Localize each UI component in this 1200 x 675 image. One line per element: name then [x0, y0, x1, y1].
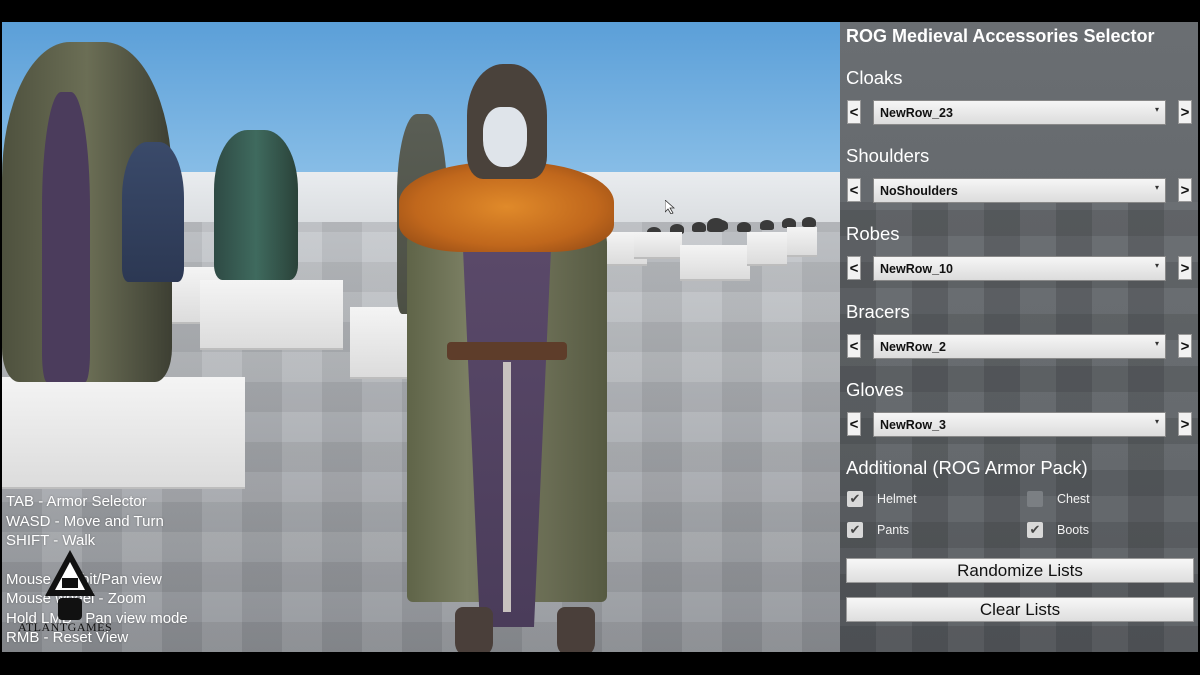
robe-sash [42, 92, 90, 382]
additional-label: Additional (ROG Armor Pack) [846, 457, 1088, 478]
atlant-games-logo-icon [45, 550, 95, 620]
pedestal [634, 232, 682, 257]
pedestal [2, 377, 245, 487]
helmet-display-icon [802, 217, 816, 227]
shoulders-label: Shoulders [846, 145, 930, 166]
chevron-down-icon: ▾ [1154, 417, 1159, 426]
chevron-down-icon: ▾ [1154, 339, 1159, 348]
gloves-label: Gloves [846, 379, 904, 400]
pedestal [747, 232, 787, 264]
character-model [387, 62, 627, 652]
mouse-cursor-icon [665, 200, 675, 214]
pedestal [200, 280, 343, 348]
logo-text: ATLANTGAMES [18, 620, 113, 634]
robes-label: Robes [846, 223, 900, 244]
robes-next-button[interactable]: > [1178, 256, 1192, 280]
shoulders-dropdown[interactable]: NoShoulders ▾ [873, 178, 1166, 203]
cloaks-value: NewRow_23 [880, 106, 953, 120]
helmet-checkbox[interactable]: ✔ [847, 491, 863, 507]
bracers-next-button[interactable]: > [1178, 334, 1192, 358]
cloaks-label: Cloaks [846, 67, 903, 88]
accessories-selector-panel: ROG Medieval Accessories Selector Cloaks… [840, 22, 1198, 652]
bracers-dropdown[interactable]: NewRow_2 ▾ [873, 334, 1166, 359]
helmet-display-icon [760, 220, 774, 230]
gloves-dropdown[interactable]: NewRow_3 ▾ [873, 412, 1166, 437]
helmet-display-icon [707, 218, 725, 232]
helmet-label: Helmet [877, 492, 917, 506]
pants-label: Pants [877, 523, 909, 537]
gloves-value: NewRow_3 [880, 418, 946, 432]
pedestal [680, 245, 750, 279]
gloves-prev-button[interactable]: < [847, 412, 861, 436]
helmet-display-icon [737, 222, 751, 232]
clear-lists-button[interactable]: Clear Lists [846, 597, 1194, 622]
bracers-prev-button[interactable]: < [847, 334, 861, 358]
panel-title: ROG Medieval Accessories Selector [846, 26, 1155, 46]
gloves-next-button[interactable]: > [1178, 412, 1192, 436]
shoulders-next-button[interactable]: > [1178, 178, 1192, 202]
robes-dropdown[interactable]: NewRow_10 ▾ [873, 256, 1166, 281]
robes-value: NewRow_10 [880, 262, 953, 276]
cloaks-dropdown[interactable]: NewRow_23 ▾ [873, 100, 1166, 125]
chevron-down-icon: ▾ [1154, 261, 1159, 270]
randomize-lists-button[interactable]: Randomize Lists [846, 558, 1194, 583]
help-line: TAB - Armor Selector [6, 493, 147, 510]
chest-checkbox[interactable] [1027, 491, 1043, 507]
boots-checkbox[interactable]: ✔ [1027, 522, 1043, 538]
robe-mannequin [122, 142, 184, 282]
robes-prev-button[interactable]: < [847, 256, 861, 280]
robe-mannequin [214, 130, 298, 280]
help-line: WASD - Move and Turn [6, 512, 164, 530]
cloaks-prev-button[interactable]: < [847, 100, 861, 124]
shoulders-value: NoShoulders [880, 184, 958, 198]
pedestal [787, 227, 817, 255]
cloaks-next-button[interactable]: > [1178, 100, 1192, 124]
shoulders-prev-button[interactable]: < [847, 178, 861, 202]
helmet-display-icon [692, 222, 706, 232]
pants-checkbox[interactable]: ✔ [847, 522, 863, 538]
bracers-value: NewRow_2 [880, 340, 946, 354]
chevron-down-icon: ▾ [1154, 183, 1159, 192]
boots-label: Boots [1057, 523, 1089, 537]
bracers-label: Bracers [846, 301, 910, 322]
chevron-down-icon: ▾ [1154, 105, 1159, 114]
chest-label: Chest [1057, 492, 1090, 506]
